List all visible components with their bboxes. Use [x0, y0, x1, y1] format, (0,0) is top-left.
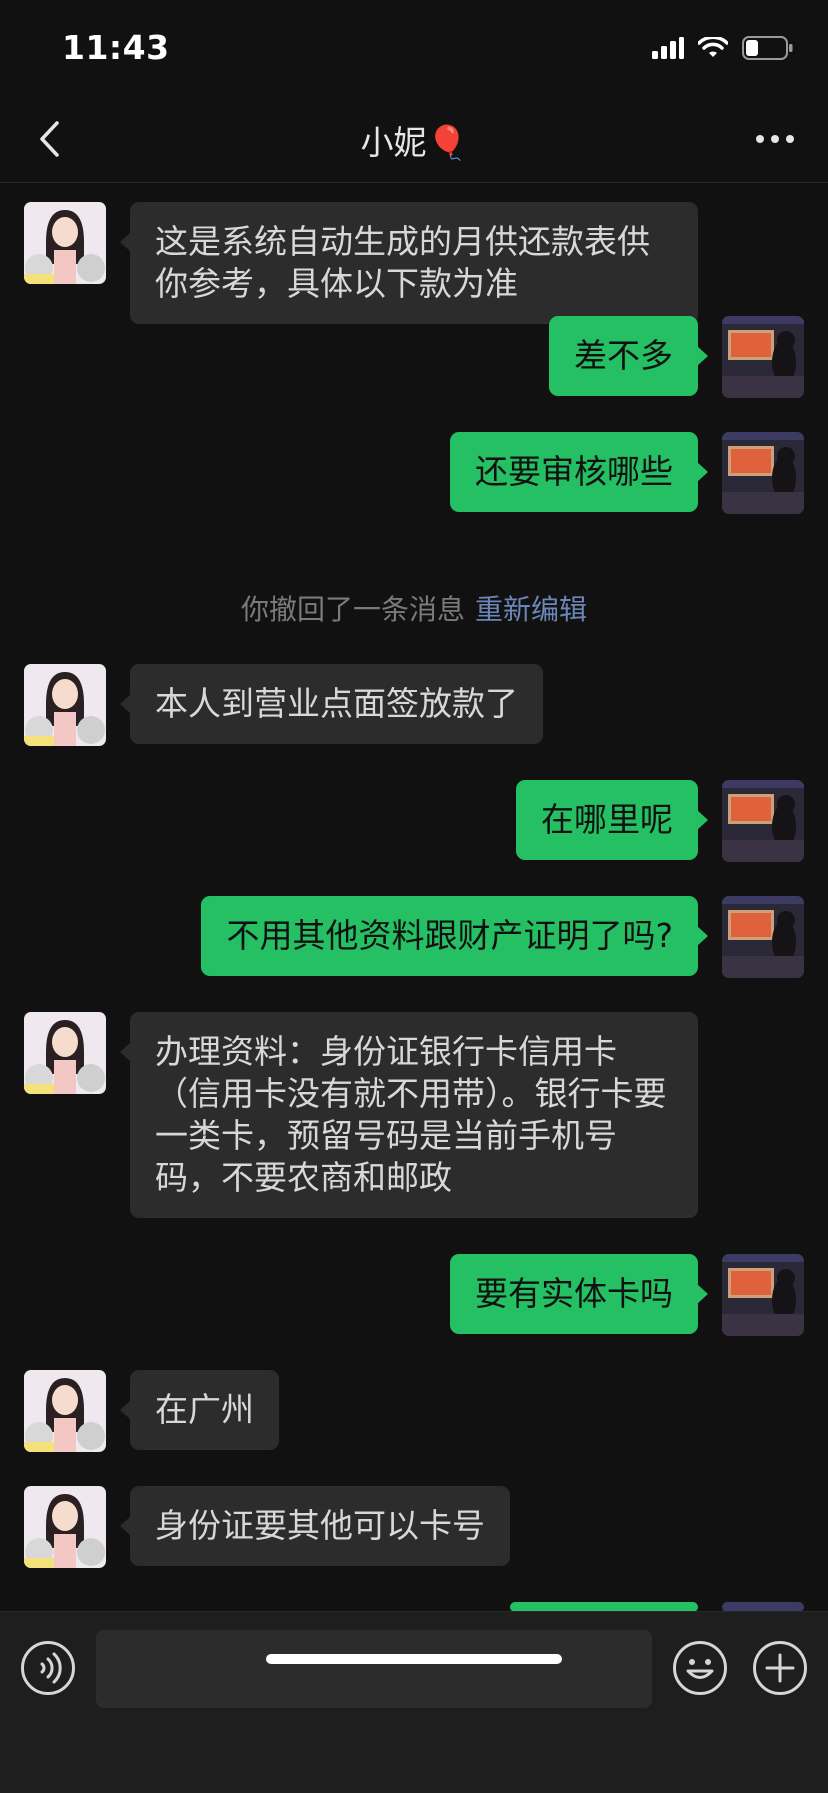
message-bubble[interactable]: 办理资料：身份证银行卡信用卡（信用卡没有就不用带）。银行卡要一类卡，预留号码是当… — [120, 1012, 698, 1218]
emoji-button[interactable] — [672, 1640, 728, 1696]
message-bubble[interactable]: 这是系统自动生成的月供还款表供你参考，具体以下款为准 — [120, 202, 698, 324]
recall-notice-text: 你撤回了一条消息 — [240, 593, 465, 626]
contact-avatar[interactable] — [24, 664, 106, 746]
emoji-icon — [673, 1641, 727, 1695]
plus-icon — [753, 1641, 807, 1695]
voice-icon — [21, 1641, 75, 1695]
contact-avatar[interactable] — [24, 1370, 106, 1452]
status-bar: 11:43 — [0, 0, 828, 96]
more-actions-button[interactable] — [752, 1640, 808, 1696]
contact-avatar[interactable] — [24, 1486, 106, 1568]
my-avatar[interactable] — [722, 780, 804, 862]
my-avatar[interactable] — [722, 432, 804, 514]
message-input[interactable] — [96, 1630, 652, 1708]
my-avatar[interactable] — [722, 896, 804, 978]
message-bubble[interactable]: 不用其他资料跟财产证明了吗? — [201, 896, 708, 976]
status-time: 11:43 — [62, 28, 170, 67]
message-bubble[interactable]: 在哪里呢 — [516, 780, 708, 860]
message-bubble[interactable]: 本人到营业点面签放款了 — [120, 664, 543, 744]
message-bubble[interactable]: 要有实体卡吗 — [450, 1254, 708, 1334]
message-bubble[interactable]: 差不多 — [549, 316, 708, 396]
more-dots-icon — [756, 135, 794, 143]
contact-avatar[interactable] — [24, 202, 106, 284]
recall-notice: 你撤回了一条消息 重新编辑 — [0, 588, 828, 628]
message-bubble[interactable]: 在广州 — [120, 1370, 279, 1450]
status-icons — [652, 36, 794, 60]
contact-avatar[interactable] — [24, 1012, 106, 1094]
input-bar — [0, 1611, 828, 1793]
re-edit-link[interactable]: 重新编辑 — [475, 593, 587, 626]
message-bubble[interactable]: 身份证要其他可以卡号 — [120, 1486, 510, 1566]
chat-header: 小妮🎈 — [0, 96, 828, 183]
my-avatar[interactable] — [722, 1602, 804, 1611]
my-avatar[interactable] — [722, 316, 804, 398]
home-indicator — [266, 1654, 562, 1664]
more-button[interactable] — [748, 114, 802, 164]
voice-button[interactable] — [20, 1640, 76, 1696]
message-bubble[interactable] — [510, 1602, 698, 1611]
chat-title: 小妮🎈 — [360, 123, 468, 162]
chat-area[interactable]: 这是系统自动生成的月供还款表供你参考，具体以下款为准 差不多 还要审核哪些 你撤… — [0, 183, 828, 1611]
battery-icon — [742, 36, 793, 60]
message-bubble[interactable]: 还要审核哪些 — [450, 432, 708, 512]
signal-icon — [652, 37, 684, 59]
wifi-icon — [698, 37, 728, 57]
my-avatar[interactable] — [722, 1254, 804, 1336]
